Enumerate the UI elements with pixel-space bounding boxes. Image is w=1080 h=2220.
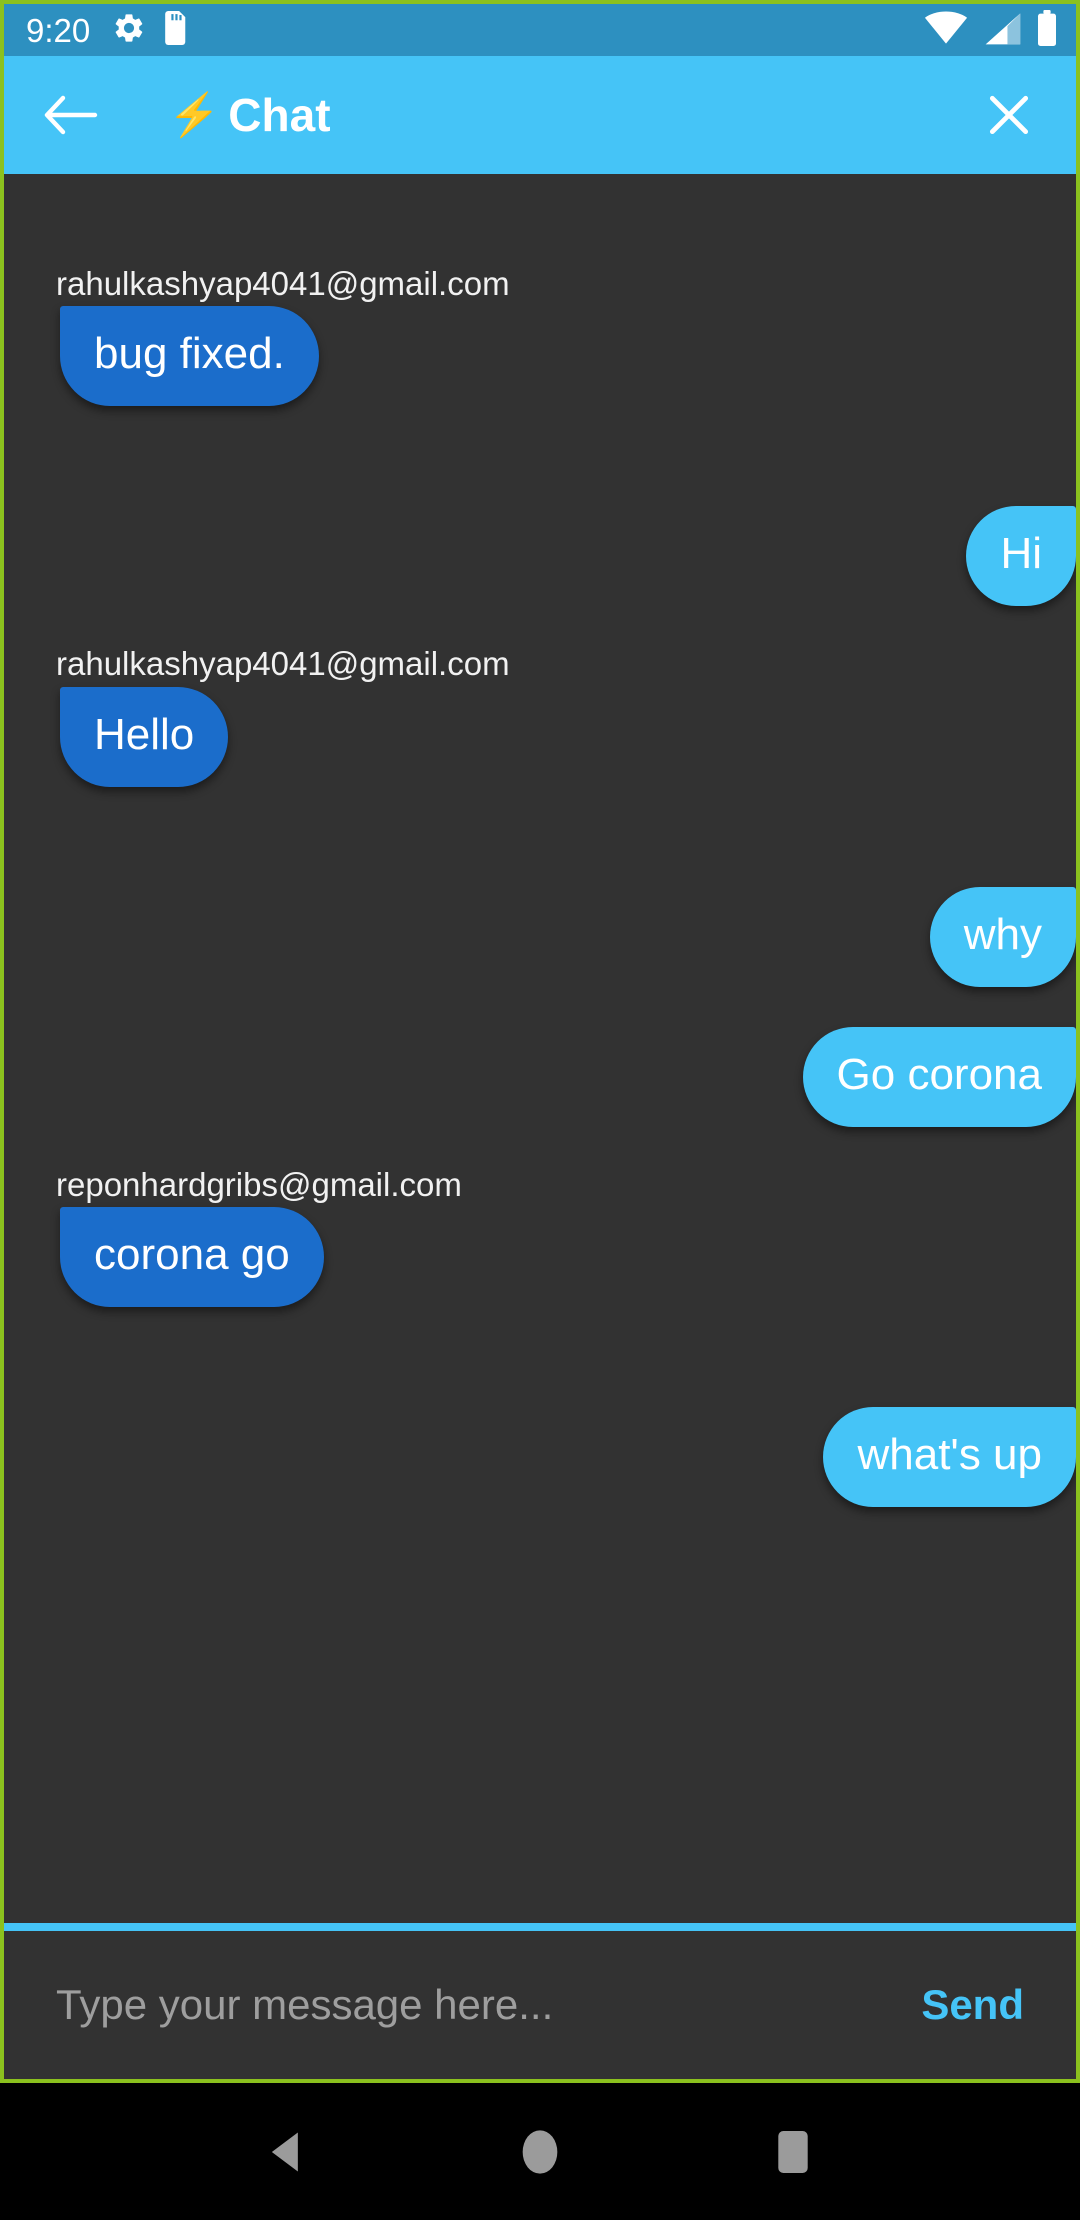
message-row-incoming: rahulkashyap4041@gmail.com bug fixed. (4, 265, 1076, 407)
back-button[interactable] (40, 84, 102, 146)
message-row-outgoing: why (4, 886, 1076, 987)
settings-gear-icon (112, 11, 146, 50)
nav-home-circle-icon (522, 2129, 558, 2174)
message-row-outgoing: Go corona (4, 1026, 1076, 1127)
lightning-bolt-icon: ⚡ (168, 91, 221, 138)
message-list[interactable]: rahulkashyap4041@gmail.com bug fixed. Hi… (4, 174, 1076, 1923)
message-row-outgoing: Hi (4, 506, 1076, 607)
status-bar: 9:20 (4, 4, 1076, 56)
message-bubble[interactable]: bug fixed. (60, 306, 319, 407)
nav-home-button[interactable] (492, 2104, 588, 2200)
sd-card-icon (162, 10, 190, 50)
nav-recents-square-icon (778, 2130, 809, 2173)
cellular-signal-icon (982, 11, 1022, 50)
page-title: Chat (228, 89, 331, 141)
android-navigation-bar (0, 2083, 1080, 2220)
nav-back-triangle-icon (271, 2132, 298, 2171)
message-input-bar: Send (4, 1931, 1076, 2079)
sender-email: rahulkashyap4041@gmail.com (56, 645, 510, 683)
message-input[interactable] (56, 1981, 896, 2029)
app-header: ⚡ Chat (4, 56, 1076, 174)
app-window: 9:20 ⚡ Chat rahulkashyap4041@gmail.com b… (0, 0, 1080, 2083)
nav-back-button[interactable] (239, 2104, 335, 2200)
back-arrow-icon (44, 95, 98, 135)
status-bar-clock: 9:20 (26, 11, 91, 49)
message-bubble[interactable]: Hi (966, 506, 1076, 607)
device-screen: 9:20 ⚡ Chat rahulkashyap4041@gmail.com b… (0, 0, 1080, 2220)
message-row-incoming: reponhardgribs@gmail.com corona go (4, 1165, 1076, 1307)
message-bubble[interactable]: why (929, 886, 1076, 987)
sender-email: reponhardgribs@gmail.com (56, 1165, 462, 1203)
close-x-icon (989, 95, 1029, 135)
input-divider (4, 1923, 1076, 1931)
header-title-group: ⚡ Chat (168, 92, 331, 138)
message-row-outgoing: what's up (4, 1406, 1076, 1507)
message-bubble[interactable]: Hello (60, 686, 229, 787)
wifi-icon (924, 11, 968, 50)
nav-recents-button[interactable] (745, 2104, 841, 2200)
message-row-incoming: rahulkashyap4041@gmail.com Hello (4, 645, 1076, 787)
message-bubble[interactable]: corona go (60, 1206, 324, 1307)
battery-icon (1036, 9, 1058, 51)
close-button[interactable] (978, 84, 1040, 146)
message-bubble[interactable]: Go corona (802, 1026, 1076, 1127)
sender-email: rahulkashyap4041@gmail.com (56, 265, 510, 302)
send-button[interactable]: Send (895, 1981, 1024, 2029)
message-bubble[interactable]: what's up (823, 1406, 1076, 1507)
